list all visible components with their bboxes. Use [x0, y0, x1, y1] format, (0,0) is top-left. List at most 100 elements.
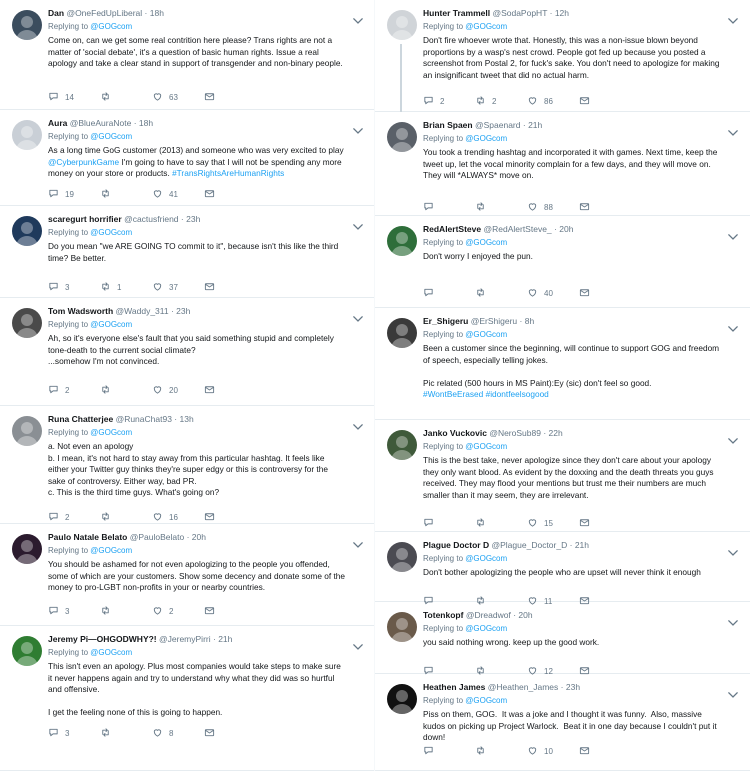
user-handle[interactable]: @PauloBelato [130, 532, 184, 542]
display-name[interactable]: Tom Wadsworth [48, 306, 113, 316]
timestamp[interactable]: 20h [559, 224, 573, 234]
avatar[interactable] [12, 120, 42, 150]
avatar[interactable] [12, 416, 42, 446]
user-handle[interactable]: @ErShigeru [471, 316, 517, 326]
tweet-card[interactable]: Jeremy Pi—OHGODWHY?! @JeremyPirri · 21h … [0, 626, 375, 771]
like-button[interactable]: 40 [527, 286, 579, 300]
like-button[interactable]: 37 [152, 280, 204, 294]
direct-message-button[interactable] [204, 510, 256, 524]
display-name[interactable]: Dan [48, 8, 64, 18]
direct-message-button[interactable] [579, 516, 631, 530]
direct-message-button[interactable] [204, 280, 256, 294]
retweet-button[interactable] [100, 726, 152, 740]
direct-message-button[interactable] [204, 383, 256, 397]
direct-message-button[interactable] [204, 726, 256, 740]
reply-button[interactable]: 2 [423, 94, 475, 108]
retweet-button[interactable]: 1 [100, 280, 152, 294]
avatar[interactable] [387, 122, 417, 152]
reply-handle-link[interactable]: @GOGcom [90, 22, 132, 31]
reply-button[interactable]: 3 [48, 604, 100, 618]
retweet-button[interactable]: 2 [475, 94, 527, 108]
display-name[interactable]: Jeremy Pi—OHGODWHY?! [48, 634, 157, 644]
avatar[interactable] [387, 10, 417, 40]
reply-handle-link[interactable]: @GOGcom [90, 132, 132, 141]
retweet-button[interactable] [475, 744, 527, 758]
reply-button[interactable] [423, 286, 475, 300]
tweet-card[interactable]: Runa Chatterjee @RunaChat93 · 13h Replyi… [0, 406, 375, 524]
reply-button[interactable] [423, 200, 475, 214]
timestamp[interactable]: 22h [549, 428, 563, 438]
timestamp[interactable]: 20h [518, 610, 532, 620]
display-name[interactable]: Brian Spaen [423, 120, 473, 130]
avatar[interactable] [12, 216, 42, 246]
chevron-down-icon[interactable] [728, 544, 738, 557]
chevron-down-icon[interactable] [353, 12, 363, 25]
chevron-down-icon[interactable] [728, 614, 738, 627]
timestamp[interactable]: 18h [150, 8, 164, 18]
timestamp[interactable]: 20h [192, 532, 206, 542]
tweet-card[interactable]: Aura @BlueAuraNote · 18h Replying to @GO… [0, 110, 375, 206]
like-button[interactable]: 10 [527, 744, 579, 758]
reply-handle-link[interactable]: @GOGcom [465, 330, 507, 339]
reply-handle-link[interactable]: @GOGcom [465, 624, 507, 633]
chevron-down-icon[interactable] [353, 638, 363, 651]
reply-handle-link[interactable]: @GOGcom [90, 648, 132, 657]
reply-handle-link[interactable]: @GOGcom [465, 442, 507, 451]
like-button[interactable]: 63 [152, 90, 204, 104]
reply-handle-link[interactable]: @GOGcom [90, 546, 132, 555]
display-name[interactable]: Totenkopf [423, 610, 463, 620]
tweet-card[interactable]: Janko Vuckovic @NeroSub89 · 22h Replying… [375, 420, 750, 532]
tweet-card[interactable]: RedAlertSteve @RedAlertSteve_ · 20h Repl… [375, 216, 750, 308]
avatar[interactable] [387, 318, 417, 348]
reply-button[interactable]: 14 [48, 90, 100, 104]
avatar[interactable] [12, 636, 42, 666]
like-button[interactable]: 86 [527, 94, 579, 108]
reply-handle-link[interactable]: @GOGcom [465, 696, 507, 705]
user-handle[interactable]: @Plague_Doctor_D [492, 540, 568, 550]
like-button[interactable]: 2 [152, 604, 204, 618]
user-handle[interactable]: @RunaChat93 [116, 414, 172, 424]
display-name[interactable]: Heathen James [423, 682, 485, 692]
tweet-card[interactable]: Dan @OneFedUpLiberal · 18h Replying to @… [0, 0, 375, 110]
tweet-card[interactable]: Heathen James @Heathen_James · 23h Reply… [375, 674, 750, 771]
user-handle[interactable]: @cactusfriend [124, 214, 178, 224]
timestamp[interactable]: 8h [525, 316, 534, 326]
direct-message-button[interactable] [579, 286, 631, 300]
reply-handle-link[interactable]: @GOGcom [90, 428, 132, 437]
retweet-button[interactable] [100, 510, 152, 524]
like-button[interactable]: 16 [152, 510, 204, 524]
display-name[interactable]: Janko Vuckovic [423, 428, 487, 438]
direct-message-button[interactable] [204, 187, 256, 201]
avatar[interactable] [387, 226, 417, 256]
chevron-down-icon[interactable] [728, 124, 738, 137]
reply-handle-link[interactable]: @GOGcom [465, 238, 507, 247]
chevron-down-icon[interactable] [728, 228, 738, 241]
chevron-down-icon[interactable] [353, 310, 363, 323]
timestamp[interactable]: 21h [218, 634, 232, 644]
chevron-down-icon[interactable] [728, 686, 738, 699]
tweet-card[interactable]: Hunter Trammell @SodaPopHT · 12h Replyin… [375, 0, 750, 112]
tweet-card[interactable]: scaregurt horrifier @cactusfriend · 23h … [0, 206, 375, 298]
user-handle[interactable]: @Heathen_James [488, 682, 559, 692]
avatar[interactable] [387, 684, 417, 714]
avatar[interactable] [387, 612, 417, 642]
direct-message-button[interactable] [579, 94, 631, 108]
reply-button[interactable]: 19 [48, 187, 100, 201]
user-handle[interactable]: @SodaPopHT [492, 8, 547, 18]
avatar[interactable] [12, 308, 42, 338]
reply-button[interactable] [423, 516, 475, 530]
user-handle[interactable]: @RedAlertSteve_ [483, 224, 551, 234]
tweet-card[interactable]: Paulo Natale Belato @PauloBelato · 20h R… [0, 524, 375, 626]
display-name[interactable]: RedAlertSteve [423, 224, 481, 234]
reply-button[interactable]: 3 [48, 726, 100, 740]
user-handle[interactable]: @NeroSub89 [489, 428, 541, 438]
avatar[interactable] [12, 10, 42, 40]
retweet-button[interactable] [100, 90, 152, 104]
retweet-button[interactable] [475, 286, 527, 300]
retweet-button[interactable] [475, 200, 527, 214]
display-name[interactable]: scaregurt horrifier [48, 214, 122, 224]
display-name[interactable]: Aura [48, 118, 67, 128]
reply-button[interactable] [423, 744, 475, 758]
avatar[interactable] [12, 534, 42, 564]
reply-handle-link[interactable]: @GOGcom [90, 228, 132, 237]
